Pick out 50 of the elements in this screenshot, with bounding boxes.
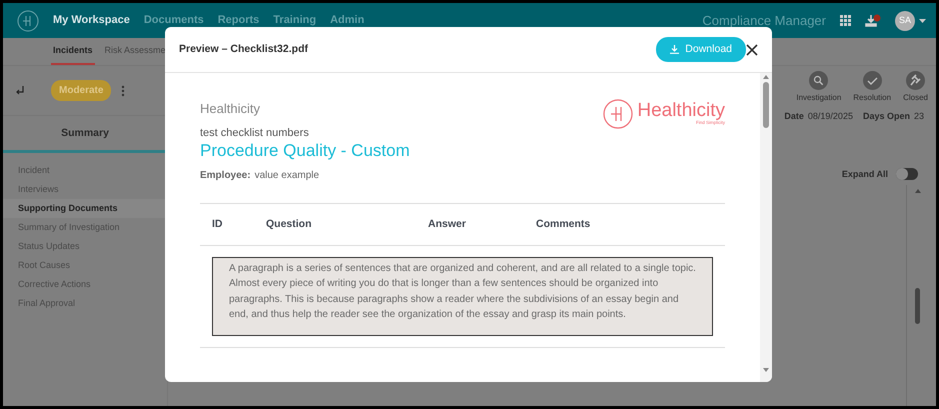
field-label: Employee:	[200, 169, 251, 184]
document-title: Procedure Quality - Custom	[200, 142, 411, 160]
nav-link[interactable]: My Workspace	[53, 12, 130, 29]
answer-text-box: A paragraph is a series of sentences that are organized and coherent, and are all related to a single topic. Almost every piece of writing you do that is longer than a few sentences should be organized into paragraphs. This is because paragraphs show a reader where the subdivisions of an essay begin and end, and thus help the reader see the organization of the essay and grasp its main points.	[212, 257, 713, 336]
section-link[interactable]: Supporting Documents	[3, 198, 167, 218]
document-subtitle: test checklist numbers	[200, 126, 310, 141]
field-label: Days Open	[862, 110, 910, 123]
gavel-icon	[906, 71, 926, 90]
search-icon	[809, 71, 828, 90]
logo-icon	[17, 10, 39, 32]
scroll-down-icon[interactable]	[763, 368, 769, 372]
close-icon[interactable]	[746, 44, 758, 56]
scroll-up-icon[interactable]	[763, 75, 769, 79]
nav-link[interactable]: Reports	[218, 12, 260, 29]
more-icon[interactable]	[121, 84, 126, 96]
organization-name: Healthicity	[200, 100, 260, 118]
nav-link[interactable]: Admin	[330, 12, 364, 29]
scrollbar-thumb[interactable]	[763, 82, 769, 128]
brand-logo-icon	[603, 99, 634, 129]
brand-name: Healthicity	[637, 101, 725, 120]
subnav-tab[interactable]: Incidents	[51, 38, 95, 65]
user-avatar[interactable]: SA	[895, 10, 915, 30]
field-value: 23	[914, 110, 924, 123]
app-name: Compliance Manager	[702, 12, 826, 30]
apps-grid-icon[interactable]	[840, 15, 851, 26]
back-icon[interactable]	[15, 86, 25, 96]
column-header: Question	[266, 216, 313, 232]
nav-link[interactable]: Documents	[144, 12, 204, 29]
step-label: Investigation	[796, 92, 842, 104]
caret-icon[interactable]	[919, 18, 926, 22]
scrollbar-thumb[interactable]	[915, 288, 920, 324]
download-notification-icon[interactable]	[865, 14, 881, 28]
field-value: 08/19/2025	[808, 110, 853, 123]
column-header: Answer	[428, 216, 467, 232]
check-icon	[862, 71, 882, 90]
column-header: Comments	[536, 216, 592, 232]
step-label: Closed	[903, 92, 928, 104]
modal-title: Preview – Checklist32.pdf	[179, 42, 308, 57]
nav-link[interactable]: Training	[273, 12, 316, 29]
step-label: Resolution	[853, 92, 892, 104]
column-header: ID	[212, 216, 224, 232]
severity-badge: Moderate	[51, 80, 112, 101]
download-icon	[670, 45, 680, 54]
field-value: value example	[254, 169, 320, 184]
expand-all-label: Expand All	[842, 168, 888, 181]
scroll-up-icon[interactable]	[914, 189, 920, 193]
field-label: Date	[784, 110, 804, 123]
expand-all-toggle[interactable]	[896, 168, 918, 180]
download-button[interactable]: Download	[656, 36, 746, 62]
subnav-tab[interactable]: Risk Assessme	[102, 38, 168, 65]
